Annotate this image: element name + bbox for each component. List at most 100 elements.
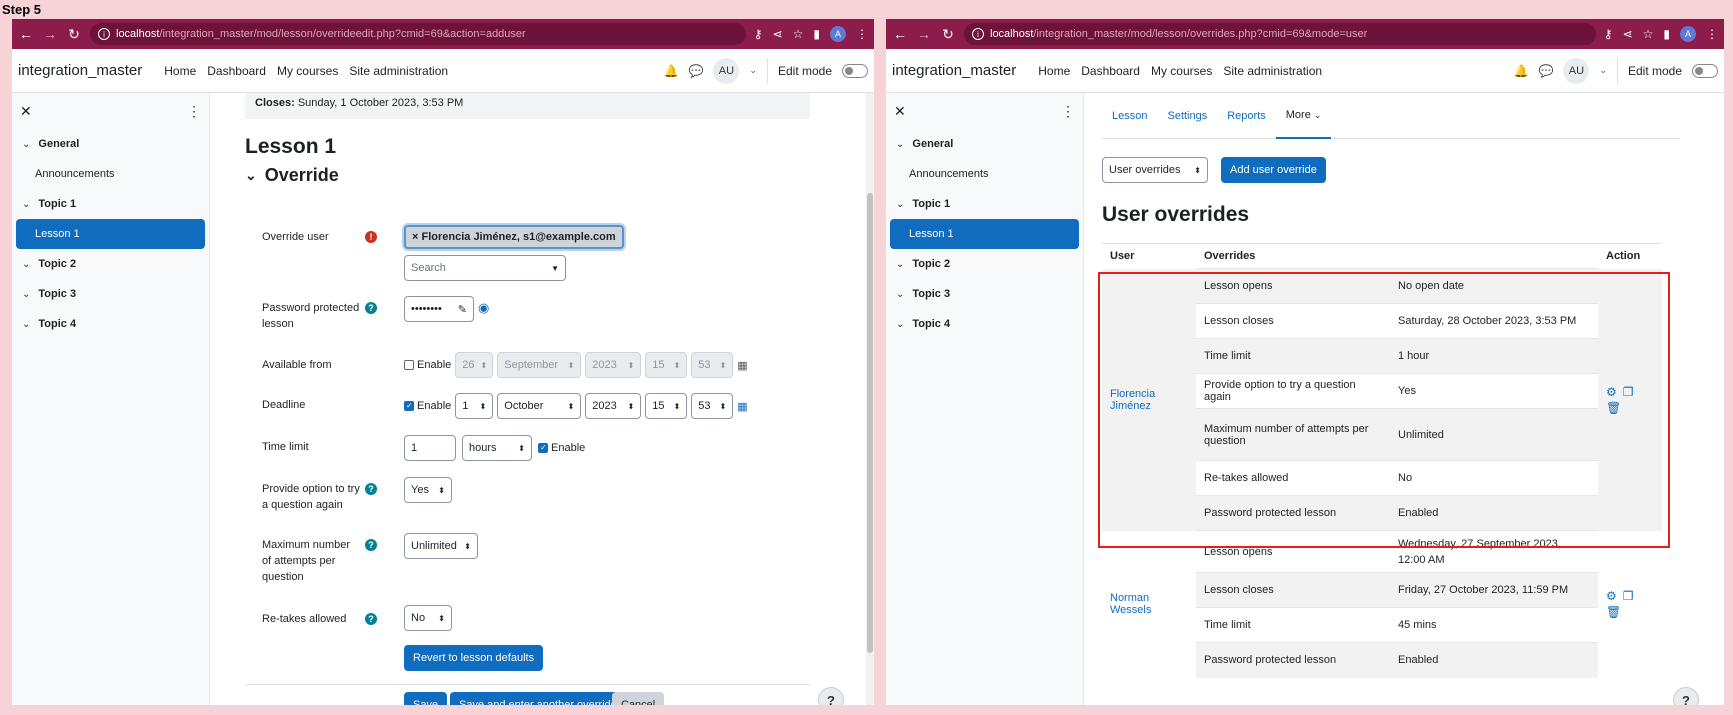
back-icon[interactable]: ← bbox=[18, 26, 34, 42]
scrollbar-thumb[interactable] bbox=[867, 193, 873, 653]
nav-my-courses[interactable]: My courses bbox=[277, 64, 338, 78]
checkbox-box[interactable] bbox=[404, 360, 414, 370]
close-icon[interactable]: ✕ bbox=[20, 103, 32, 120]
tab-settings[interactable]: Settings bbox=[1157, 93, 1217, 139]
deadline-year-select[interactable]: 2023 ⬍ bbox=[585, 393, 642, 419]
help-icon[interactable]: ? bbox=[365, 483, 377, 495]
checkbox-box[interactable] bbox=[404, 401, 414, 411]
drawer-section-topic-1[interactable]: ⌄ Topic 1 bbox=[12, 189, 209, 219]
chevron-down-icon[interactable]: ⌄ bbox=[896, 319, 904, 330]
chevron-down-icon[interactable]: ⌄ bbox=[896, 199, 904, 210]
add-user-override-button[interactable]: Add user override bbox=[1221, 157, 1326, 183]
chat-icon[interactable]: 💬 bbox=[1538, 64, 1553, 78]
profile-icon[interactable]: A bbox=[830, 26, 846, 42]
deadline-enable-checkbox[interactable]: Enable bbox=[404, 400, 451, 412]
nav-my-courses[interactable]: My courses bbox=[1151, 64, 1212, 78]
pencil-icon[interactable]: ✎ bbox=[458, 303, 467, 316]
checkbox-box[interactable] bbox=[538, 443, 548, 453]
drawer-section-topic-1[interactable]: ⌄ Topic 1 bbox=[886, 189, 1083, 219]
cancel-button[interactable]: Cancel bbox=[612, 692, 665, 705]
chevron-down-icon[interactable]: ⌄ bbox=[22, 319, 30, 330]
site-info-icon[interactable]: i bbox=[98, 28, 110, 40]
drawer-section-topic-2[interactable]: ⌄ Topic 2 bbox=[12, 249, 209, 279]
browser-menu-icon[interactable]: ⋮ bbox=[1706, 27, 1718, 41]
overrides-mode-select[interactable]: User overrides ⬍ bbox=[1102, 157, 1208, 183]
time-limit-unit-select[interactable]: hours ⬍ bbox=[462, 435, 532, 461]
share-icon[interactable]: ⋖ bbox=[773, 27, 783, 41]
drawer-section-general[interactable]: ⌄ General bbox=[12, 129, 209, 159]
site-info-icon[interactable]: i bbox=[972, 28, 984, 40]
drawer-section-topic-4[interactable]: ⌄ Topic 4 bbox=[12, 309, 209, 339]
sidepanel-icon[interactable]: ▮ bbox=[813, 27, 820, 41]
chevron-down-icon[interactable]: ⌄ bbox=[749, 65, 757, 76]
available-from-hour-select[interactable]: 15 ⬍ bbox=[645, 352, 688, 378]
avatar[interactable]: AU bbox=[1563, 57, 1590, 84]
deadline-minute-select[interactable]: 53 ⬍ bbox=[691, 393, 734, 419]
max-attempts-select[interactable]: Unlimited ⬍ bbox=[404, 533, 478, 559]
star-icon[interactable]: ☆ bbox=[1643, 27, 1654, 41]
drawer-item-lesson-1[interactable]: Lesson 1 bbox=[16, 219, 205, 249]
drawer-item-announcements[interactable]: Announcements bbox=[12, 159, 209, 189]
share-icon[interactable]: ⋖ bbox=[1623, 27, 1633, 41]
deadline-day-select[interactable]: 1 ⬍ bbox=[455, 393, 494, 419]
gear-icon[interactable]: ⚙ bbox=[1606, 385, 1617, 399]
try-again-select[interactable]: Yes ⬍ bbox=[404, 477, 452, 503]
available-from-day-select[interactable]: 26 ⬍ bbox=[455, 352, 494, 378]
browser-menu-icon[interactable]: ⋮ bbox=[856, 27, 868, 41]
key-icon[interactable]: ⚷ bbox=[1604, 27, 1613, 41]
edit-mode-toggle[interactable] bbox=[1692, 63, 1718, 78]
time-limit-input[interactable]: 1 bbox=[404, 435, 456, 461]
chevron-down-icon[interactable]: ⌄ bbox=[1599, 65, 1607, 76]
close-icon[interactable]: ✕ bbox=[894, 103, 906, 120]
reveal-eye-icon[interactable]: ◉ bbox=[478, 300, 489, 316]
drawer-section-general[interactable]: ⌄ General bbox=[886, 129, 1083, 159]
deadline-month-select[interactable]: October ⬍ bbox=[497, 393, 582, 419]
site-brand[interactable]: integration_master bbox=[18, 62, 142, 79]
nav-home[interactable]: Home bbox=[1038, 64, 1070, 78]
sidepanel-icon[interactable]: ▮ bbox=[1663, 27, 1670, 41]
drawer-section-topic-3[interactable]: ⌄ Topic 3 bbox=[886, 279, 1083, 309]
profile-icon[interactable]: A bbox=[1680, 26, 1696, 42]
key-icon[interactable]: ⚷ bbox=[754, 27, 763, 41]
chevron-down-icon[interactable]: ⌄ bbox=[22, 289, 30, 300]
gear-icon[interactable]: ⚙ bbox=[1606, 589, 1617, 603]
address-bar[interactable]: i localhost/integration_master/mod/lesso… bbox=[90, 23, 746, 45]
drawer-item-lesson-1[interactable]: Lesson 1 bbox=[890, 219, 1079, 249]
help-icon[interactable]: ? bbox=[365, 613, 377, 625]
nav-home[interactable]: Home bbox=[164, 64, 196, 78]
chat-icon[interactable]: 💬 bbox=[688, 64, 703, 78]
edit-mode-toggle[interactable] bbox=[842, 63, 868, 78]
bell-icon[interactable]: 🔔 bbox=[1514, 64, 1529, 78]
address-bar[interactable]: i localhost/integration_master/mod/lesso… bbox=[964, 23, 1596, 45]
copy-icon[interactable]: ❐ bbox=[1623, 589, 1634, 603]
available-from-year-select[interactable]: 2023 ⬍ bbox=[585, 352, 642, 378]
password-field[interactable]: •••••••• ✎ bbox=[404, 296, 474, 322]
scrollbar[interactable] bbox=[866, 93, 874, 705]
help-icon[interactable]: ? bbox=[365, 539, 377, 551]
forward-icon[interactable]: → bbox=[916, 26, 932, 42]
tab-reports[interactable]: Reports bbox=[1217, 93, 1276, 139]
retakes-select[interactable]: No ⬍ bbox=[404, 605, 452, 631]
nav-site-administration[interactable]: Site administration bbox=[1223, 64, 1322, 78]
deadline-hour-select[interactable]: 15 ⬍ bbox=[645, 393, 688, 419]
help-question-icon[interactable]: ? bbox=[818, 687, 844, 705]
chevron-down-icon[interactable]: ⌄ bbox=[22, 199, 30, 210]
user-link-norman[interactable]: Norman Wessels bbox=[1110, 592, 1151, 616]
site-brand[interactable]: integration_master bbox=[892, 62, 1016, 79]
reload-icon[interactable]: ↻ bbox=[66, 26, 82, 43]
back-icon[interactable]: ← bbox=[892, 26, 908, 42]
available-from-minute-select[interactable]: 53 ⬍ bbox=[691, 352, 734, 378]
drawer-section-topic-3[interactable]: ⌄ Topic 3 bbox=[12, 279, 209, 309]
available-from-enable-checkbox[interactable]: Enable bbox=[404, 359, 451, 371]
drawer-item-announcements[interactable]: Announcements bbox=[886, 159, 1083, 189]
user-link-florencia[interactable]: Florencia Jiménez bbox=[1110, 388, 1155, 412]
tab-lesson[interactable]: Lesson bbox=[1102, 93, 1157, 139]
copy-icon[interactable]: ❐ bbox=[1623, 385, 1634, 399]
bell-icon[interactable]: 🔔 bbox=[664, 64, 679, 78]
override-section-header[interactable]: ⌄ Override bbox=[245, 165, 339, 186]
help-question-icon[interactable]: ? bbox=[1673, 687, 1699, 705]
save-button[interactable]: Save bbox=[404, 692, 448, 705]
trash-icon[interactable]: 🗑 bbox=[1606, 605, 1621, 619]
nav-dashboard[interactable]: Dashboard bbox=[1081, 64, 1140, 78]
help-icon[interactable]: ? bbox=[365, 302, 377, 314]
